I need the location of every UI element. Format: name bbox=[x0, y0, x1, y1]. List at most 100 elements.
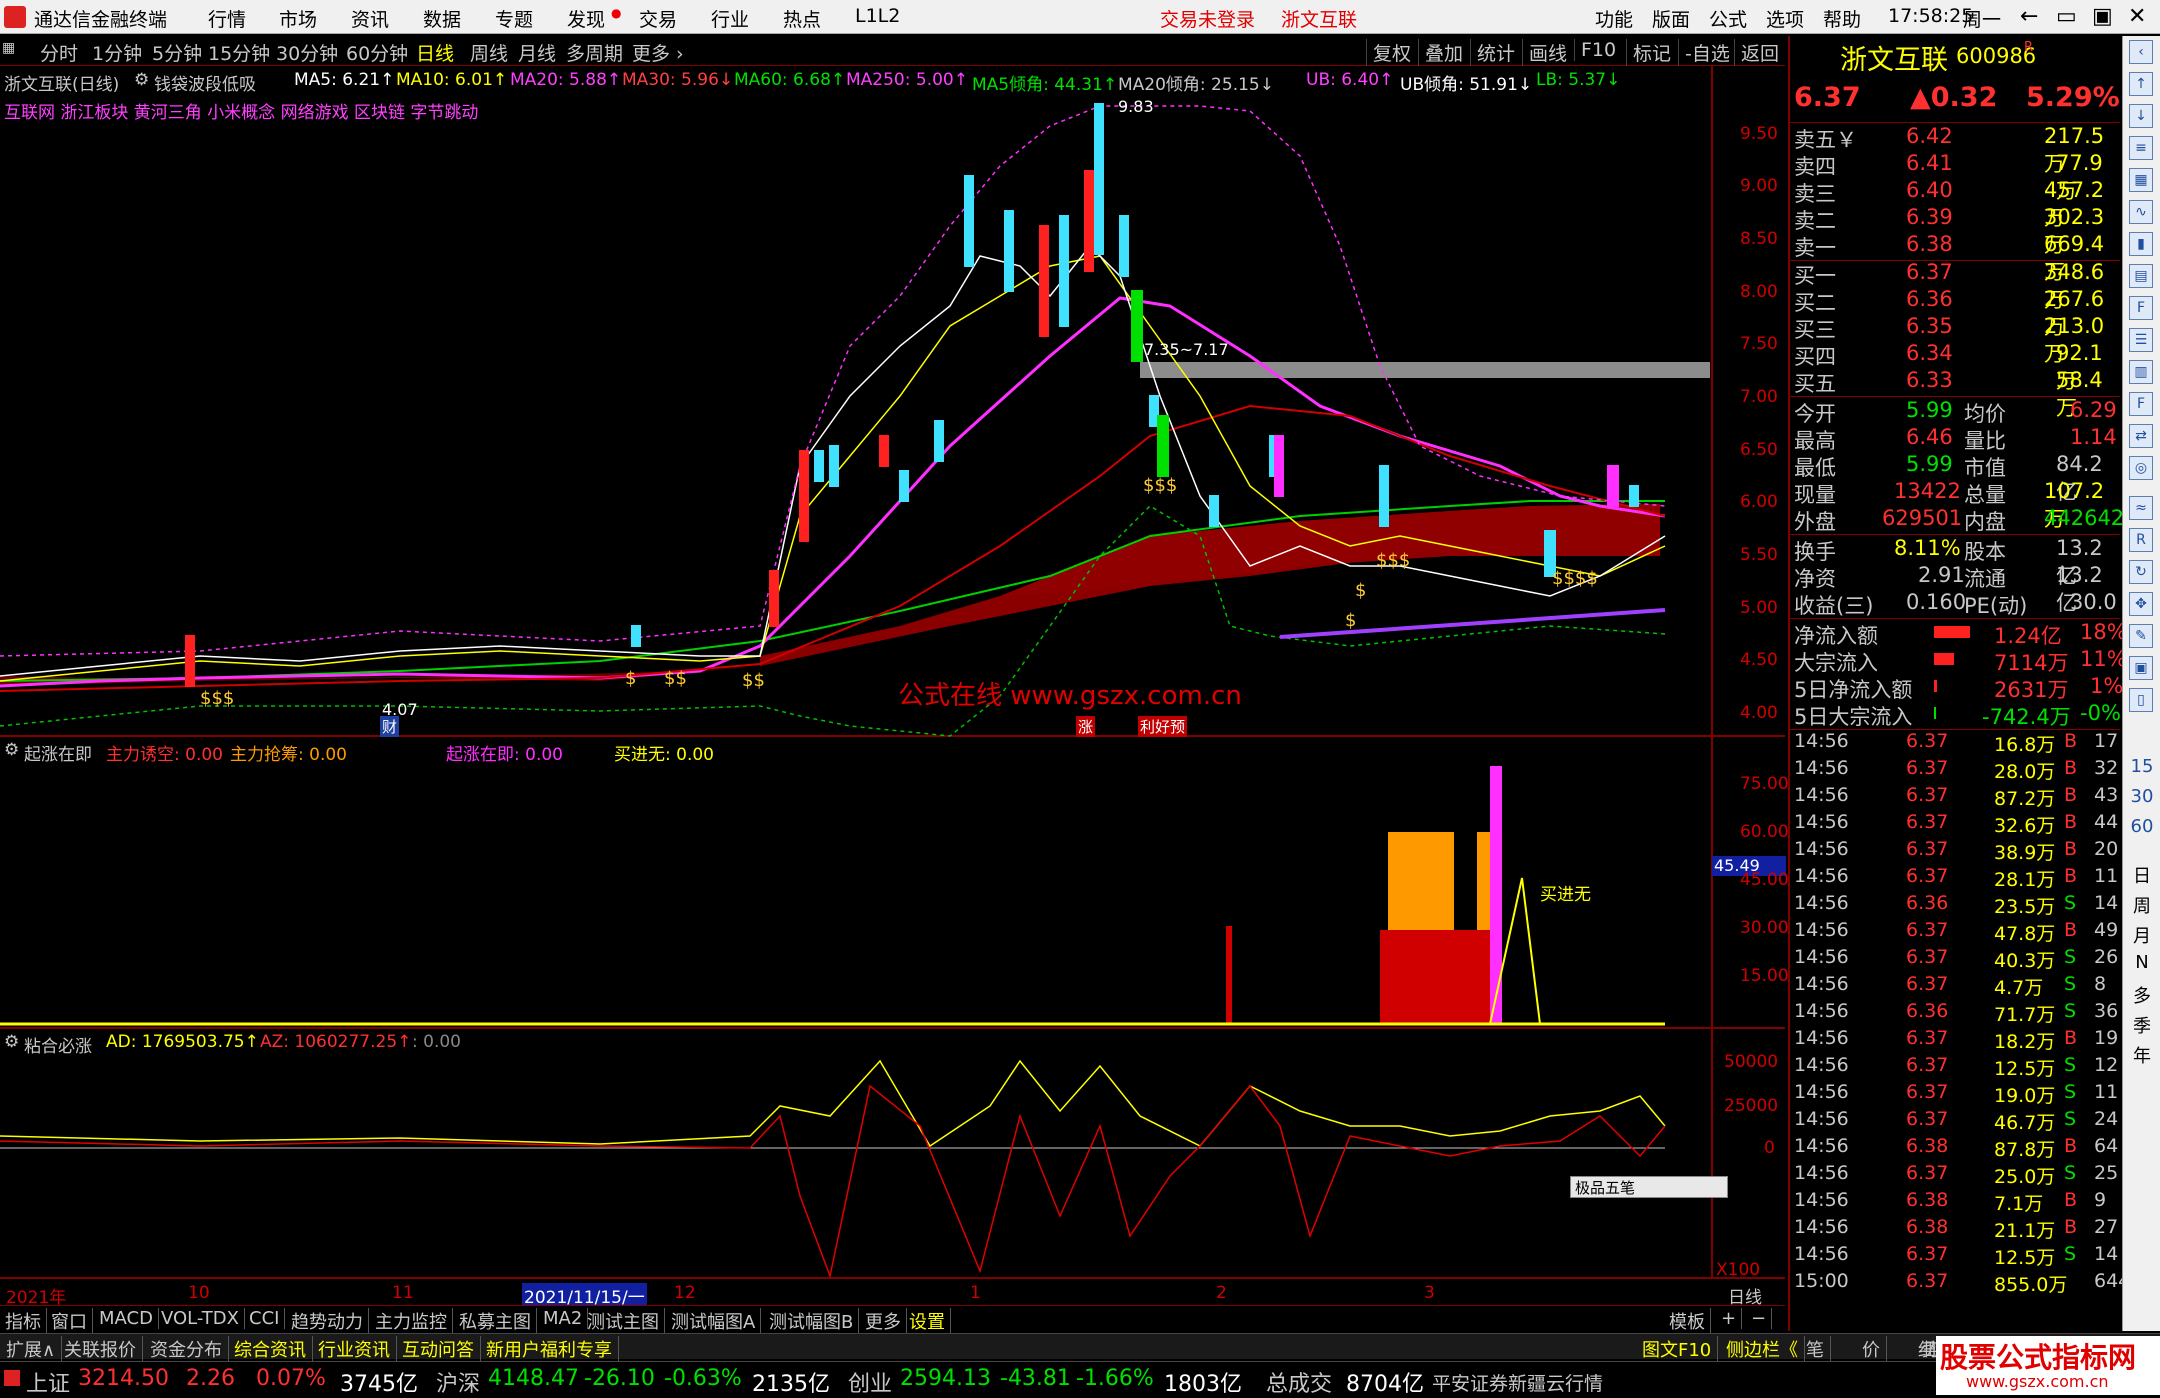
ask-row-2[interactable]: 卖二 6.39 302.3万 bbox=[1794, 205, 2120, 257]
ask-row-1[interactable]: 卖一 6.38 669.4万 bbox=[1794, 232, 2120, 284]
menu-hangye[interactable]: 行业 bbox=[711, 5, 749, 32]
ext-fund[interactable]: 资金分布 bbox=[144, 1336, 229, 1362]
marker-yu[interactable]: 利好预 bbox=[1138, 716, 1188, 737]
mark-button[interactable]: 标记 bbox=[1626, 39, 1671, 66]
tab-zhuli[interactable]: 主力监控 bbox=[370, 1308, 453, 1334]
tab-qushi[interactable]: 趋势动力 bbox=[286, 1308, 369, 1334]
sh-name[interactable]: 上证 bbox=[26, 1366, 70, 1398]
tab-simu[interactable]: 私募主图 bbox=[454, 1308, 537, 1334]
side-num-15[interactable]: 15 bbox=[2123, 756, 2160, 777]
template-button[interactable]: 模板 bbox=[1664, 1308, 1711, 1334]
menu-l1l2[interactable]: L1L2 bbox=[855, 5, 900, 27]
tab-macd[interactable]: MACD bbox=[94, 1308, 159, 1329]
down-arrow-icon[interactable]: ↓ bbox=[2129, 104, 2153, 128]
back-icon[interactable]: ← bbox=[2020, 4, 2038, 29]
bid-row-2[interactable]: 买二 6.36 267.6万 bbox=[1794, 287, 2120, 339]
hs-name[interactable]: 沪深 bbox=[436, 1366, 480, 1398]
bid-row-4[interactable]: 买四 6.34 92.1万 bbox=[1794, 341, 2120, 393]
add-pane-button[interactable]: + bbox=[1716, 1308, 1743, 1329]
window-icon[interactable]: ▣ bbox=[2129, 656, 2153, 680]
current-stock-link[interactable]: 浙文互联 bbox=[1281, 5, 1357, 32]
ext-news[interactable]: 综合资讯 bbox=[228, 1336, 313, 1362]
return-button[interactable]: 返回 bbox=[1734, 39, 1779, 66]
menu-banmian[interactable]: 版面 bbox=[1652, 5, 1690, 32]
side-season[interactable]: 季 bbox=[2123, 1012, 2160, 1038]
chart-area[interactable] bbox=[0, 66, 1785, 1306]
tab-more[interactable]: 更多 bbox=[860, 1308, 907, 1334]
menu-zhuanti[interactable]: 专题 bbox=[495, 5, 533, 32]
ask-row-5[interactable]: 卖五￥ 6.42 217.5万 bbox=[1794, 124, 2120, 176]
chart-line-icon[interactable]: ∿ bbox=[2129, 200, 2153, 224]
menu-redian[interactable]: 热点 bbox=[783, 5, 821, 32]
fin-icon[interactable]: F bbox=[2129, 296, 2153, 320]
wave-icon[interactable]: ≈ bbox=[2129, 496, 2153, 520]
side-n[interactable]: N bbox=[2123, 952, 2160, 973]
circle-icon[interactable]: ◎ bbox=[2129, 456, 2153, 480]
menu-xuanxiang[interactable]: 选项 bbox=[1766, 5, 1804, 32]
stats-button[interactable]: 统计 bbox=[1470, 39, 1515, 66]
remove-pane-button[interactable]: − bbox=[1746, 1308, 1773, 1329]
rsi-icon[interactable]: R bbox=[2129, 528, 2153, 552]
period-60min[interactable]: 60分钟 bbox=[346, 39, 408, 66]
table-icon[interactable]: ▤ bbox=[2129, 264, 2153, 288]
side-week[interactable]: 周 bbox=[2123, 892, 2160, 918]
period-weekly[interactable]: 周线 bbox=[470, 39, 508, 66]
watchlist-button[interactable]: -自选 bbox=[1678, 39, 1730, 66]
ext-sidebar[interactable]: 侧边栏《 bbox=[1720, 1336, 1805, 1362]
ext-f10[interactable]: 图文F10 bbox=[1636, 1336, 1719, 1362]
tab-vol-tdx[interactable]: VOL-TDX bbox=[156, 1308, 245, 1329]
bid-row-3[interactable]: 买三 6.35 213.0万 bbox=[1794, 314, 2120, 366]
menu-hangqing[interactable]: 行情 bbox=[208, 5, 246, 32]
menu-faxian[interactable]: 发现 bbox=[567, 5, 605, 32]
tab-zhibiao[interactable]: 指标 bbox=[0, 1308, 47, 1334]
tab-settings[interactable]: 设置 bbox=[904, 1308, 951, 1334]
restore-icon[interactable]: ▣ bbox=[2092, 4, 2113, 29]
tab-chuangkou[interactable]: 窗口 bbox=[46, 1308, 93, 1334]
marker-cai[interactable]: 财 bbox=[380, 716, 400, 737]
ext-expand[interactable]: 扩展∧ bbox=[0, 1336, 63, 1362]
tab-test-b[interactable]: 测试幅图B bbox=[764, 1308, 860, 1334]
sub2-gear-icon[interactable]: ⚙ bbox=[4, 1032, 19, 1052]
menu-shuju[interactable]: 数据 bbox=[423, 5, 461, 32]
menu-jiaoyi[interactable]: 交易 bbox=[639, 5, 677, 32]
side-num-60[interactable]: 60 bbox=[2123, 816, 2160, 837]
ext-welfare[interactable]: 新用户福利专享 bbox=[480, 1336, 619, 1362]
cy-name[interactable]: 创业 bbox=[848, 1366, 892, 1398]
marker-zhang[interactable]: 涨 bbox=[1076, 716, 1096, 737]
period-5min[interactable]: 5分钟 bbox=[152, 39, 202, 66]
ext-related[interactable]: 关联报价 bbox=[58, 1336, 143, 1362]
up-arrow-icon[interactable]: ↑ bbox=[2129, 72, 2153, 96]
bar-icon[interactable]: ▯ bbox=[2129, 688, 2153, 712]
candle-icon[interactable]: ▮ bbox=[2129, 232, 2153, 256]
fuquan-button[interactable]: 复权 bbox=[1366, 39, 1411, 66]
close-icon[interactable]: ✕ bbox=[2128, 4, 2146, 29]
tab-cci[interactable]: CCI bbox=[244, 1308, 286, 1329]
side-multi[interactable]: 多 bbox=[2123, 982, 2160, 1008]
doc-icon[interactable]: ▥ bbox=[2129, 360, 2153, 384]
bid-row-1[interactable]: 买一 6.37 348.6万 bbox=[1794, 260, 2120, 312]
period-fenshi[interactable]: 分时 bbox=[40, 39, 78, 66]
period-more[interactable]: 更多 › bbox=[632, 39, 684, 66]
ext-jia[interactable]: 价 bbox=[1856, 1336, 1887, 1362]
menu-bangzhu[interactable]: 帮助 bbox=[1823, 5, 1861, 32]
period-15min[interactable]: 15分钟 bbox=[208, 39, 270, 66]
crosshair-icon[interactable]: ✥ bbox=[2129, 592, 2153, 616]
trade-login-link[interactable]: 交易未登录 bbox=[1160, 5, 1255, 32]
collapse-icon[interactable]: ‹ bbox=[2129, 40, 2153, 64]
bid-row-5[interactable]: 买五 6.33 58.4万 bbox=[1794, 368, 2120, 420]
side-num-30[interactable]: 30 bbox=[2123, 786, 2160, 807]
menu-gongneng[interactable]: 功能 bbox=[1595, 5, 1633, 32]
minimize-icon[interactable]: ▭ bbox=[2056, 4, 2077, 29]
rotate-icon[interactable]: ↻ bbox=[2129, 560, 2153, 584]
ext-bi[interactable]: 笔 bbox=[1800, 1336, 1831, 1362]
period-1min[interactable]: 1分钟 bbox=[92, 39, 142, 66]
list-icon[interactable]: ☰ bbox=[2129, 328, 2153, 352]
menu-grid-icon[interactable]: ▦ bbox=[2, 40, 15, 56]
side-year[interactable]: 年 bbox=[2123, 1042, 2160, 1068]
draw-button[interactable]: 画线 bbox=[1522, 39, 1567, 66]
tab-ma2[interactable]: MA2 bbox=[538, 1308, 589, 1329]
ext-qa[interactable]: 互动问答 bbox=[396, 1336, 481, 1362]
period-30min[interactable]: 30分钟 bbox=[276, 39, 338, 66]
pen-icon[interactable]: ✎ bbox=[2129, 624, 2153, 648]
f10-button[interactable]: F10 bbox=[1574, 39, 1616, 61]
